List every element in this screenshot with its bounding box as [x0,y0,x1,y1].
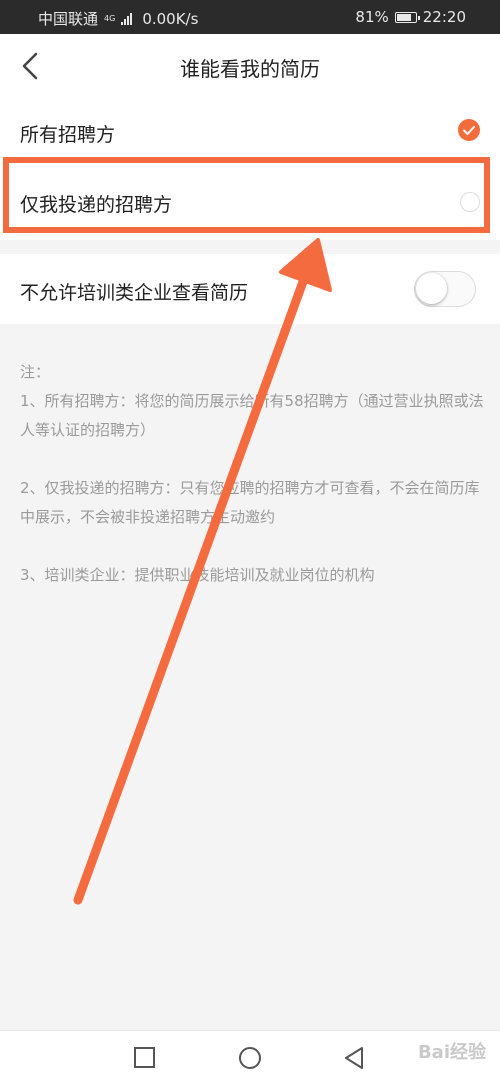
toggle-knob [416,273,447,304]
option-label: 所有招聘方 [20,124,116,146]
status-bar: 中国联通 4G 0.00K/s 81% 22:20 [0,0,500,34]
back-nav-button[interactable] [340,1043,370,1073]
status-right: 81% 22:20 [355,8,466,26]
toggle-label: 不允许培训类企业查看简历 [20,282,249,304]
triangle-back-icon [345,1047,363,1069]
note-item: 3、培训类企业：提供职业技能培训及就业岗位的机构 [20,566,375,584]
notes-section: 注： 1、所有招聘方：将您的简历展示给所有58招聘方（通过营业执照或法人等认证的… [20,358,484,590]
status-left: 中国联通 4G 0.00K/s [38,8,198,29]
home-button[interactable] [235,1043,265,1073]
clock: 22:20 [422,8,466,26]
page-title: 谁能看我的简历 [180,57,320,81]
signal-icon [121,12,133,25]
recent-apps-button[interactable] [130,1043,160,1073]
block-training-toggle[interactable] [414,271,476,307]
watermark-logo: Bai经验 [417,1042,486,1063]
option-all-recruiters[interactable]: 所有招聘方 [0,98,500,170]
network-type: 4G [104,13,116,23]
battery-percent: 81% [355,8,389,26]
option-applied-recruiters[interactable]: 仅我投递的招聘方 [0,168,500,240]
network-speed: 0.00K/s [142,9,199,28]
radio-unchecked-icon [460,192,480,212]
notes-heading: 注： [20,363,51,381]
carrier-name: 中国联通 [38,10,99,28]
option-label: 仅我投递的招聘方 [20,194,173,216]
note-item: 1、所有招聘方：将您的简历展示给所有58招聘方（通过营业执照或法人等认证的招聘方… [20,392,484,439]
circle-icon [239,1047,261,1069]
page-header: 谁能看我的简历 [0,34,500,99]
block-training-companies-row: 不允许培训类企业查看简历 [0,254,500,324]
checkmark-icon [458,119,480,141]
square-icon [134,1047,155,1068]
battery-icon [394,11,420,23]
note-item: 2、仅我投递的招聘方：只有您应聘的招聘方才可查看，不会在简历库中展示，不会被非投… [20,479,480,526]
